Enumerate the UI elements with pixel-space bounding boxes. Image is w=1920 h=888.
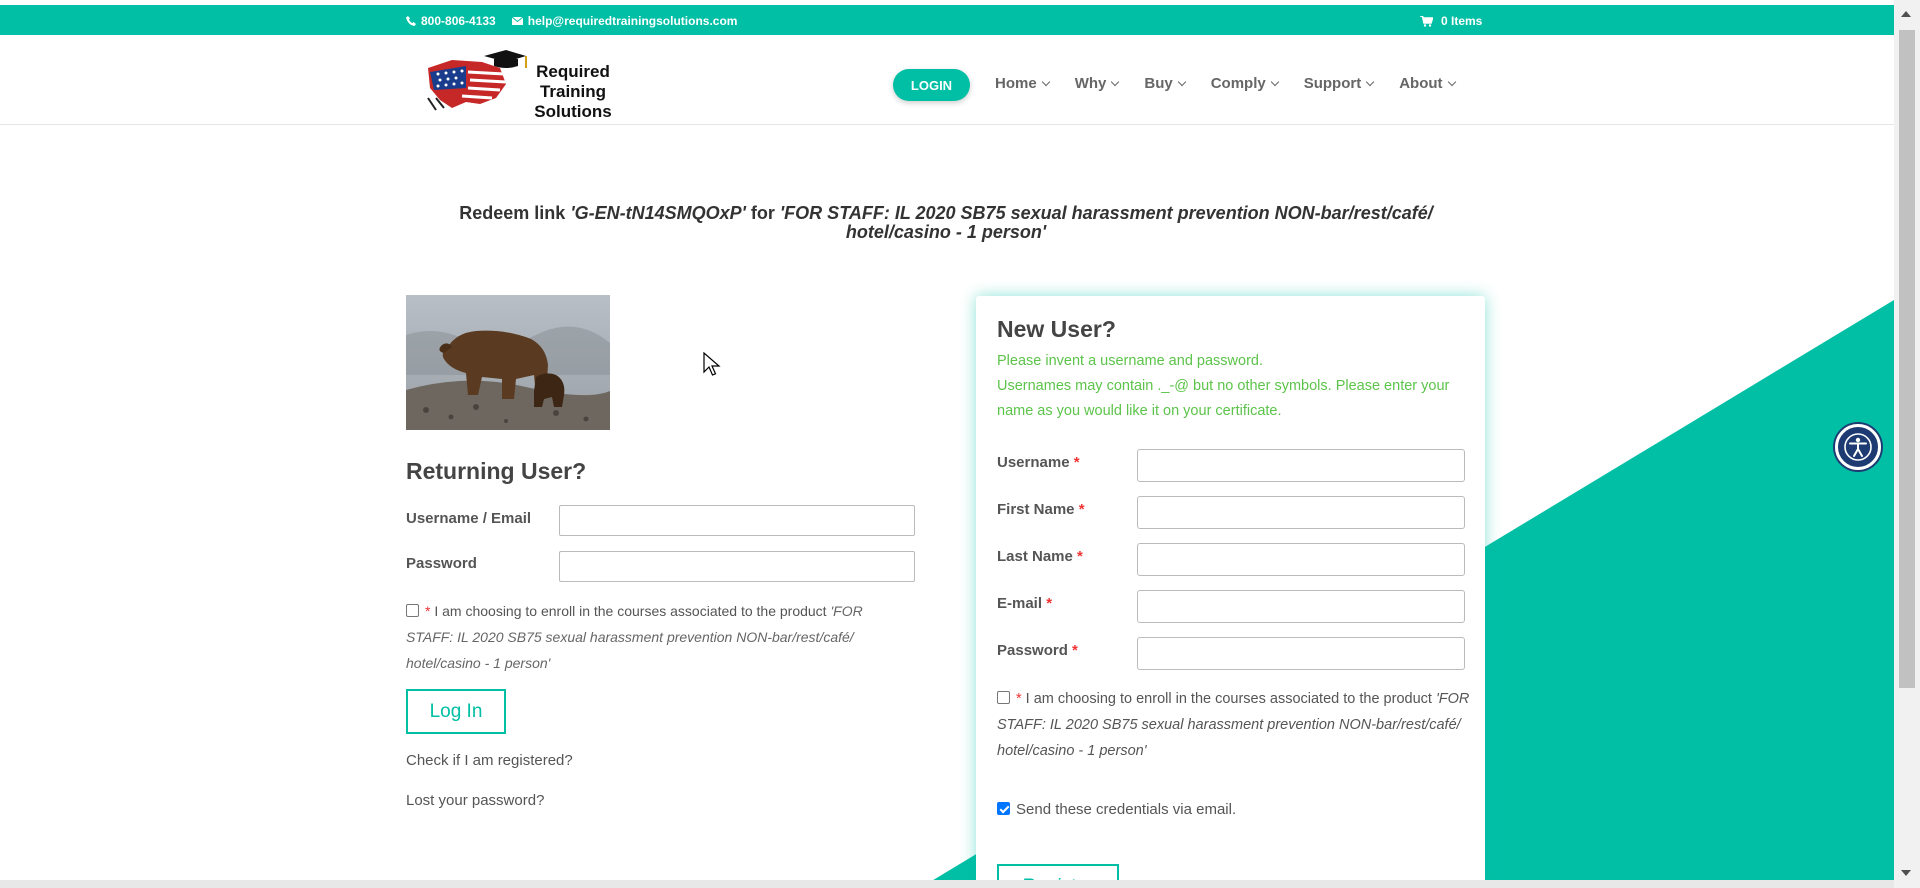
log-in-button[interactable]: Log In: [406, 689, 506, 734]
nav-why-label: Why: [1074, 75, 1107, 92]
first-name-label: First Name *: [997, 501, 1085, 518]
scroll-up-icon[interactable]: [1901, 11, 1911, 17]
returning-user-title: Returning User?: [406, 458, 587, 484]
password-label: Password *: [997, 642, 1078, 659]
login-consent: * I am choosing to enroll in the courses…: [406, 598, 906, 676]
login-username-input[interactable]: [559, 505, 915, 536]
redeem-code: 'G-EN-tN14SMQOxP': [570, 203, 746, 223]
lost-password-link[interactable]: Lost your password?: [406, 792, 544, 809]
new-user-card: New User? Please invent a username and p…: [976, 296, 1485, 888]
username-label: Username *: [997, 454, 1080, 471]
logo-line-3: Solutions: [534, 102, 612, 121]
heading-prefix: Redeem link: [459, 203, 571, 223]
nav-comply[interactable]: Comply: [1210, 75, 1279, 92]
nav-buy[interactable]: Buy: [1144, 75, 1186, 92]
page-scrollbar[interactable]: [1894, 0, 1920, 888]
register-consent-checkbox[interactable]: [997, 691, 1010, 704]
heading-middle: for: [745, 203, 780, 223]
nav-buy-label: Buy: [1144, 75, 1173, 92]
password-input[interactable]: [1137, 637, 1465, 670]
page-title: Redeem link 'G-EN-tN14SMQOxP' for 'FOR S…: [407, 204, 1485, 242]
send-credentials-checkbox[interactable]: [997, 802, 1010, 815]
nav-support-label: Support: [1303, 75, 1362, 92]
accessibility-icon: [1844, 433, 1872, 461]
cart-link[interactable]: 0 Items: [1420, 14, 1482, 28]
login-password-label: Password: [406, 555, 477, 572]
new-user-title: New User?: [997, 316, 1116, 342]
login-consent-text: I am choosing to enroll in the courses a…: [430, 603, 831, 619]
nav-home[interactable]: Home: [995, 75, 1050, 92]
product-name: 'FOR STAFF: IL 2020 SB75 sexual harassme…: [779, 203, 1433, 242]
chevron-down-icon: [1270, 77, 1279, 87]
main-nav: Home Why Buy Comply Support About: [995, 75, 1481, 92]
nav-comply-label: Comply: [1210, 75, 1266, 92]
site-header: Required Training Solutions LOGIN Home W…: [0, 35, 1894, 125]
site-logo[interactable]: Required Training Solutions: [422, 48, 618, 121]
phone-icon: [406, 16, 416, 26]
last-name-label: Last Name *: [997, 548, 1083, 565]
register-consent: * I am choosing to enroll in the courses…: [997, 686, 1472, 764]
nav-why[interactable]: Why: [1074, 75, 1120, 92]
instructions-line-1: Please invent a username and password.: [997, 353, 1263, 369]
chevron-down-icon: [1041, 77, 1050, 87]
instructions-line-2: Usernames may contain ._-@ but no other …: [997, 378, 1450, 419]
teal-background-shape: [920, 300, 1894, 888]
scrollbar-thumb[interactable]: [1899, 30, 1915, 688]
top-contact-bar: 800-806-4133 help@requiredtrainingsoluti…: [0, 5, 1894, 35]
new-user-instructions: Please invent a username and password. U…: [997, 349, 1467, 424]
send-credentials-option: Send these credentials via email.: [997, 801, 1236, 818]
logo-map-icon: [427, 50, 527, 111]
email-address: help@requiredtrainingsolutions.com: [527, 14, 738, 28]
phone-number: 800-806-4133: [421, 14, 496, 28]
username-input[interactable]: [1137, 449, 1465, 482]
check-registered-link[interactable]: Check if I am registered?: [406, 752, 573, 769]
chevron-down-icon: [1447, 77, 1456, 87]
mouse-cursor-icon: [703, 352, 721, 376]
login-password-input[interactable]: [559, 551, 915, 582]
chevron-down-icon: [1365, 77, 1375, 87]
email-label: E-mail *: [997, 595, 1053, 612]
login-consent-checkbox[interactable]: [406, 604, 419, 617]
last-name-input[interactable]: [1137, 543, 1465, 576]
login-button[interactable]: LOGIN: [893, 69, 970, 101]
email-input[interactable]: [1137, 590, 1465, 623]
nav-support[interactable]: Support: [1303, 75, 1375, 92]
send-credentials-label: Send these credentials via email.: [1016, 801, 1237, 818]
envelope-icon: [511, 17, 523, 25]
bottom-edge: [0, 880, 1894, 888]
email-link[interactable]: help@requiredtrainingsolutions.com: [511, 14, 738, 28]
nav-home-label: Home: [995, 75, 1037, 92]
username-email-label: Username / Email: [406, 510, 532, 527]
chevron-down-icon: [1111, 77, 1120, 87]
chevron-down-icon: [1177, 77, 1186, 87]
phone-link[interactable]: 800-806-4133: [406, 14, 496, 28]
logo-text: Required Training Solutions: [528, 62, 618, 122]
first-name-input[interactable]: [1137, 496, 1465, 529]
nav-about-label: About: [1399, 75, 1443, 92]
accessibility-button[interactable]: [1835, 424, 1881, 470]
cart-count: 0 Items: [1441, 14, 1483, 28]
bear-photo: [406, 295, 610, 430]
cart-icon: [1420, 15, 1433, 27]
logo-line-1: Required: [536, 62, 610, 81]
register-consent-text: I am choosing to enroll in the courses a…: [1021, 691, 1436, 707]
logo-line-2: Training: [539, 82, 607, 101]
scroll-down-icon[interactable]: [1901, 870, 1911, 876]
nav-about[interactable]: About: [1399, 75, 1456, 92]
